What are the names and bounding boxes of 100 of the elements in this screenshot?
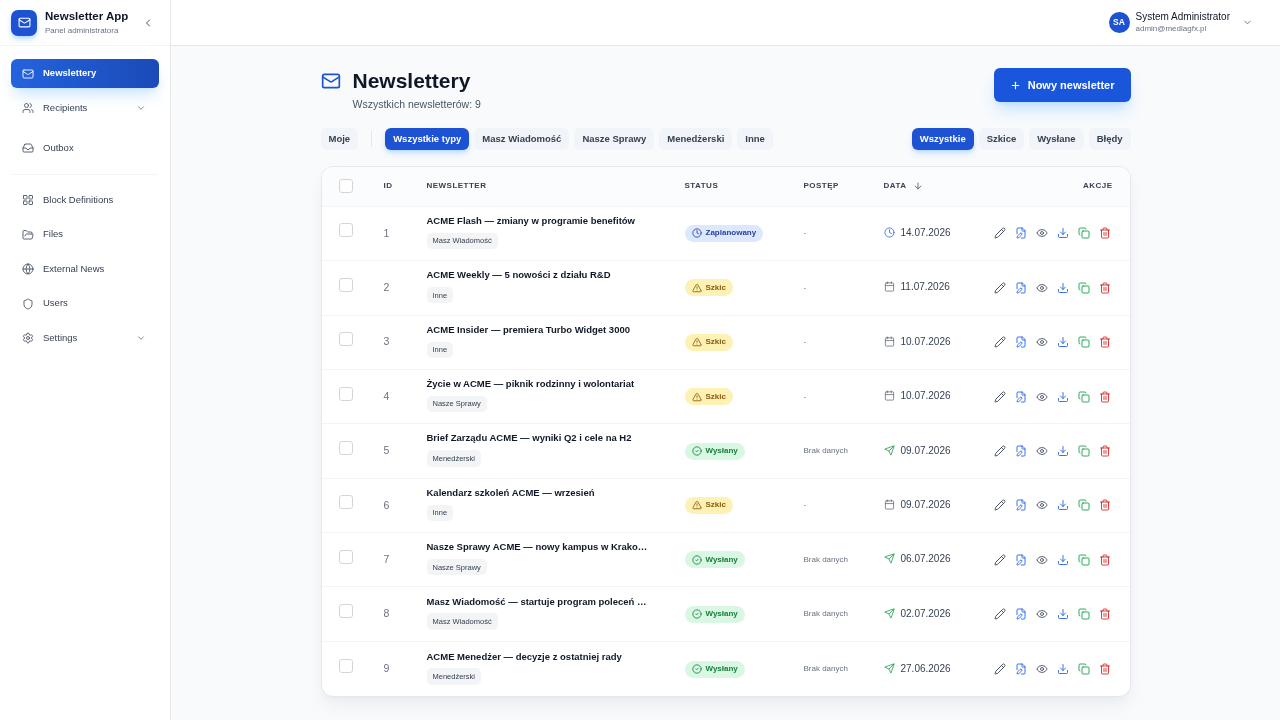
- filter-tab[interactable]: Wszystkie: [911, 127, 974, 150]
- edit-content-button[interactable]: [1014, 336, 1027, 349]
- status-text: Zaplanowany: [705, 227, 757, 240]
- download-button[interactable]: [1056, 608, 1069, 621]
- delete-button[interactable]: [1098, 336, 1111, 349]
- nav-item[interactable]: Outbox: [11, 133, 159, 163]
- edit-button[interactable]: [993, 499, 1006, 512]
- edit-button[interactable]: [993, 227, 1006, 240]
- checkbox[interactable]: [338, 441, 353, 455]
- filter-tab[interactable]: Nasze Sprawy: [574, 127, 655, 150]
- checkbox[interactable]: [338, 179, 353, 194]
- filter-tab[interactable]: Menedżerski: [659, 127, 733, 150]
- filter-tab[interactable]: Masz Wiadomość: [474, 127, 570, 150]
- preview-button[interactable]: [1035, 445, 1048, 457]
- progress-text: -: [803, 281, 807, 294]
- edit-button[interactable]: [993, 390, 1006, 403]
- download-button[interactable]: [1056, 663, 1069, 676]
- preview-button[interactable]: [1035, 608, 1048, 621]
- filter-tab[interactable]: Błędy: [1088, 127, 1131, 150]
- filter-tab[interactable]: Szkice: [978, 127, 1025, 150]
- download-icon: [1056, 390, 1069, 403]
- delete-button[interactable]: [1098, 227, 1111, 240]
- delete-button[interactable]: [1098, 553, 1111, 566]
- status-text: Szkic: [705, 281, 726, 294]
- download-button[interactable]: [1056, 390, 1069, 403]
- checkbox[interactable]: [338, 223, 353, 238]
- avatar[interactable]: SA: [1108, 12, 1130, 33]
- delete-button[interactable]: [1098, 499, 1111, 512]
- duplicate-button[interactable]: [1077, 281, 1090, 294]
- preview-button[interactable]: [1035, 227, 1048, 240]
- nav-item[interactable]: Recipients: [11, 93, 159, 123]
- app-subtitle: Panel administratora: [45, 25, 120, 36]
- download-button[interactable]: [1056, 553, 1069, 566]
- edit-button[interactable]: [993, 553, 1006, 566]
- edit-content-button[interactable]: [1014, 608, 1027, 621]
- filter-tab[interactable]: Wszystkie typy: [385, 127, 470, 150]
- download-button[interactable]: [1056, 281, 1069, 294]
- duplicate-button[interactable]: [1077, 445, 1090, 457]
- eye-icon: [1035, 663, 1048, 676]
- checkbox[interactable]: [338, 659, 353, 674]
- newsletter-title: Masz Wiadomość — startuje program poleceń …: [426, 595, 647, 608]
- edit-button[interactable]: [993, 336, 1006, 349]
- edit-content-button[interactable]: [1014, 281, 1027, 294]
- new-newsletter-button[interactable]: Nowy newsletter: [993, 68, 1131, 102]
- duplicate-button[interactable]: [1077, 227, 1090, 240]
- nav-item[interactable]: Newslettery: [11, 59, 159, 88]
- nav-item[interactable]: Users: [11, 289, 159, 318]
- checkbox[interactable]: [338, 549, 353, 564]
- progress-text: -: [803, 227, 807, 240]
- edit-content-button[interactable]: [1014, 390, 1027, 403]
- download-button[interactable]: [1056, 445, 1069, 457]
- filter-tab[interactable]: Moje: [320, 127, 359, 150]
- edit-content-button[interactable]: [1014, 499, 1027, 512]
- preview-button[interactable]: [1035, 390, 1048, 403]
- edit-button[interactable]: [993, 608, 1006, 621]
- checkbox[interactable]: [338, 386, 353, 401]
- delete-button[interactable]: [1098, 445, 1111, 457]
- newsletter-title: Brief Zarządu ACME — wyniki Q2 i cele na H2: [426, 432, 632, 445]
- copy-icon: [1077, 227, 1090, 240]
- edit-button[interactable]: [993, 445, 1006, 457]
- nav-item[interactable]: Settings: [11, 323, 159, 353]
- duplicate-button[interactable]: [1077, 663, 1090, 676]
- delete-button[interactable]: [1098, 608, 1111, 621]
- date-text: 11.07.2026: [900, 280, 950, 295]
- eye-icon: [1035, 608, 1048, 621]
- paper-plane-icon: [883, 444, 895, 456]
- delete-button[interactable]: [1098, 663, 1111, 676]
- duplicate-button[interactable]: [1077, 499, 1090, 512]
- delete-button[interactable]: [1098, 281, 1111, 294]
- duplicate-button[interactable]: [1077, 608, 1090, 621]
- nav-item[interactable]: External News: [11, 254, 159, 284]
- edit-content-button[interactable]: [1014, 663, 1027, 676]
- duplicate-button[interactable]: [1077, 390, 1090, 403]
- checkbox[interactable]: [338, 495, 353, 510]
- duplicate-button[interactable]: [1077, 336, 1090, 349]
- preview-button[interactable]: [1035, 281, 1048, 294]
- edit-content-button[interactable]: [1014, 445, 1027, 457]
- checkbox[interactable]: [338, 604, 353, 619]
- filter-tab[interactable]: Wysłane: [1029, 127, 1084, 150]
- edit-button[interactable]: [993, 281, 1006, 294]
- edit-content-button[interactable]: [1014, 553, 1027, 566]
- checkbox[interactable]: [338, 332, 353, 347]
- download-button[interactable]: [1056, 499, 1069, 512]
- download-button[interactable]: [1056, 336, 1069, 349]
- edit-content-button[interactable]: [1014, 227, 1027, 240]
- duplicate-button[interactable]: [1077, 553, 1090, 566]
- nav-item[interactable]: Block Definitions: [11, 185, 159, 215]
- filter-tab[interactable]: Inne: [737, 127, 773, 150]
- delete-button[interactable]: [1098, 390, 1111, 403]
- status-text: Szkic: [705, 390, 726, 403]
- preview-button[interactable]: [1035, 553, 1048, 566]
- preview-button[interactable]: [1035, 663, 1048, 676]
- edit-button[interactable]: [993, 663, 1006, 676]
- download-button[interactable]: [1056, 227, 1069, 240]
- sort-arrow-down-icon[interactable]: [913, 181, 924, 192]
- status-text: Wysłany: [705, 608, 738, 621]
- nav-item[interactable]: Files: [11, 220, 159, 249]
- preview-button[interactable]: [1035, 336, 1048, 349]
- preview-button[interactable]: [1035, 499, 1048, 512]
- checkbox[interactable]: [338, 277, 353, 292]
